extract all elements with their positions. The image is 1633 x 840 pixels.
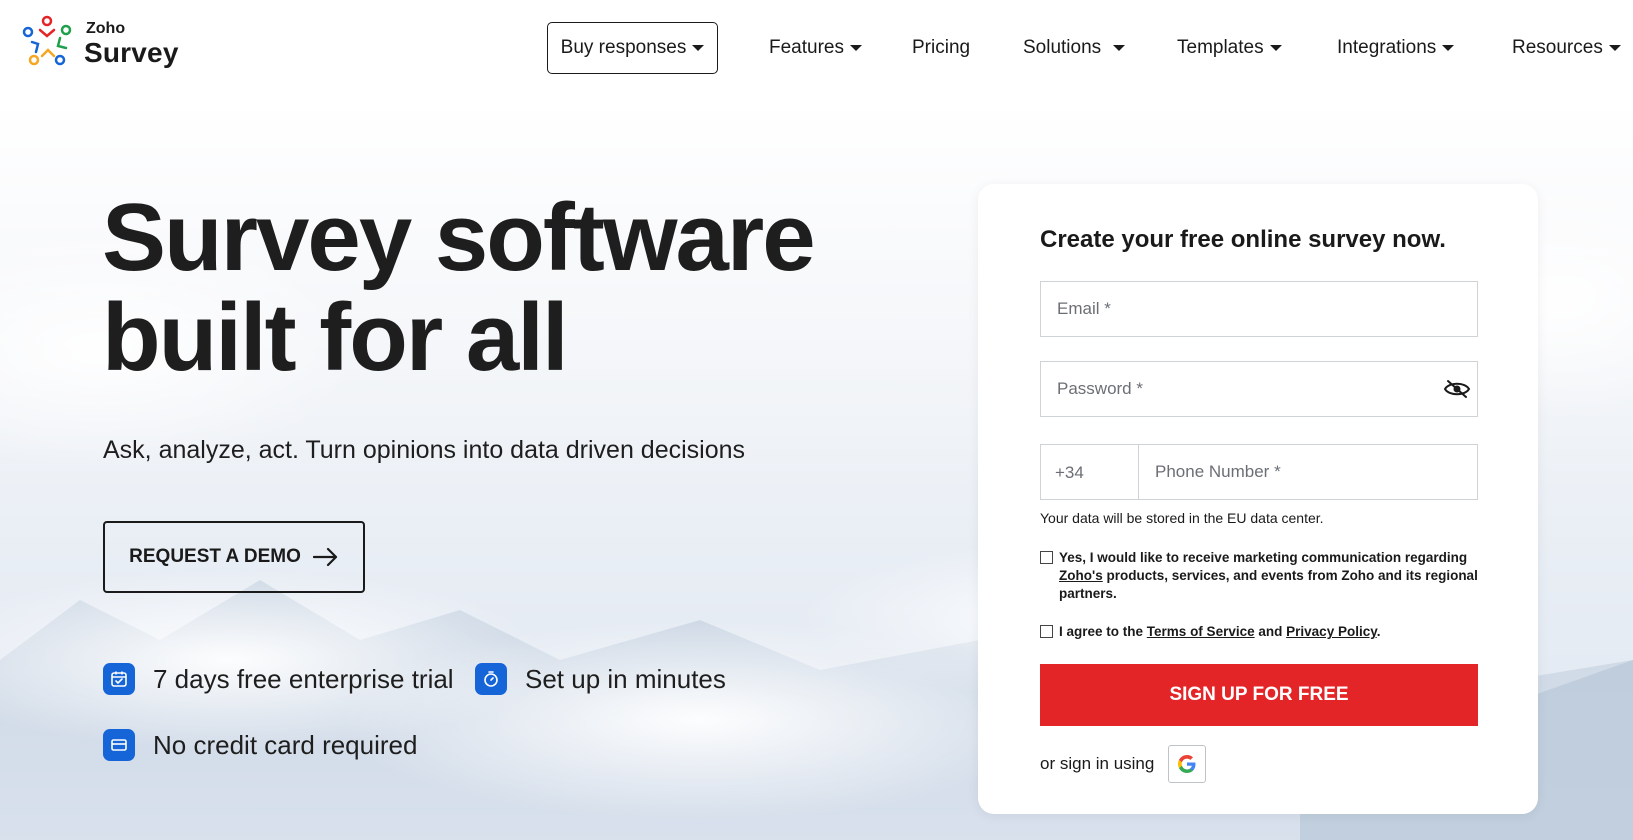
- marketing-consent-text-after: products, services, and events from Zoho…: [1059, 568, 1478, 601]
- marketing-consent-text: Yes, I would like to receive marketing c…: [1059, 549, 1480, 603]
- arrow-right-icon: [312, 547, 337, 567]
- logo-survey-text: Survey: [84, 37, 179, 68]
- hero-title-line2: built for all: [102, 284, 569, 391]
- google-signin-button[interactable]: [1168, 745, 1207, 783]
- feature-no-credit-card: No credit card required: [103, 729, 417, 761]
- terms-agree-end: .: [1376, 624, 1381, 639]
- calendar-check-icon: [103, 663, 135, 695]
- terms-agree-text: I agree to the Terms of Service and Priv…: [1059, 623, 1380, 641]
- terms-of-service-link[interactable]: Terms of Service: [1147, 624, 1255, 639]
- nav-solutions[interactable]: Solutions: [1023, 22, 1126, 74]
- hero-title: Survey software built for all: [102, 188, 862, 388]
- zoho-survey-logo[interactable]: Zoho Survey: [20, 14, 190, 74]
- eye-hidden-icon[interactable]: [1443, 378, 1471, 400]
- hero-subtitle: Ask, analyze, act. Turn opinions into da…: [103, 436, 746, 464]
- nav-integrations-label: Integrations: [1337, 37, 1437, 58]
- chevron-down-icon: [1113, 44, 1126, 51]
- nav-integrations[interactable]: Integrations: [1337, 22, 1455, 74]
- feature-setup-minutes: Set up in minutes: [475, 663, 726, 695]
- signup-card: Create your free online survey now. +34 …: [978, 184, 1538, 814]
- chevron-down-icon: [1442, 44, 1455, 51]
- nav-resources-label: Resources: [1512, 37, 1603, 58]
- chevron-down-icon: [849, 44, 862, 51]
- signup-title: Create your free online survey now.: [1040, 226, 1446, 253]
- phone-input[interactable]: [1139, 445, 1477, 499]
- request-demo-label: REQUEST A DEMO: [129, 546, 301, 567]
- nav-features[interactable]: Features: [769, 22, 862, 74]
- nav-features-label: Features: [769, 37, 844, 58]
- google-icon: [1178, 755, 1196, 773]
- or-sign-in-label: or sign in using: [1040, 754, 1155, 773]
- data-center-note: Your data will be stored in the EU data …: [1040, 510, 1324, 526]
- feature-free-trial-text: 7 days free enterprise trial: [153, 663, 454, 694]
- logo-zoho-text: Zoho: [86, 20, 126, 37]
- hero-title-line1: Survey software: [102, 184, 816, 291]
- country-code-select[interactable]: +34: [1041, 445, 1139, 499]
- email-input[interactable]: [1041, 282, 1477, 336]
- marketing-consent-row: Yes, I would like to receive marketing c…: [1040, 549, 1480, 603]
- nav-buy-responses-label: Buy responses: [560, 37, 687, 58]
- zoho-survey-logo-icon: [22, 15, 72, 66]
- stopwatch-icon: [475, 663, 507, 695]
- nav-resources[interactable]: Resources: [1512, 22, 1621, 74]
- social-signin-row: or sign in using: [1040, 745, 1207, 783]
- nav-solutions-label: Solutions: [1023, 37, 1102, 58]
- feature-setup-minutes-text: Set up in minutes: [525, 663, 726, 694]
- nav-pricing[interactable]: Pricing: [912, 22, 970, 74]
- chevron-down-icon: [1608, 44, 1621, 51]
- marketing-consent-text-before: Yes, I would like to receive marketing c…: [1059, 550, 1468, 565]
- terms-agree-checkbox[interactable]: [1040, 625, 1053, 638]
- feature-free-trial: 7 days free enterprise trial: [103, 663, 454, 695]
- phone-field-wrapper: +34: [1040, 444, 1478, 500]
- terms-agree-row: I agree to the Terms of Service and Priv…: [1040, 623, 1480, 641]
- nav-buy-responses[interactable]: Buy responses: [547, 22, 718, 74]
- nav-templates[interactable]: Templates: [1177, 22, 1282, 74]
- password-input[interactable]: [1041, 362, 1477, 416]
- nav-pricing-label: Pricing: [912, 37, 971, 58]
- terms-agree-before: I agree to the: [1059, 624, 1144, 639]
- request-demo-button[interactable]: REQUEST A DEMO: [103, 521, 365, 593]
- feature-no-credit-card-text: No credit card required: [153, 729, 418, 760]
- privacy-policy-link[interactable]: Privacy Policy: [1286, 624, 1377, 639]
- nav-templates-label: Templates: [1177, 37, 1264, 58]
- zoho-link[interactable]: Zoho's: [1059, 568, 1103, 583]
- chevron-down-icon: [692, 44, 705, 51]
- email-field-wrapper: [1040, 281, 1478, 337]
- chevron-down-icon: [1269, 44, 1282, 51]
- password-field-wrapper: [1040, 361, 1478, 417]
- signup-button[interactable]: SIGN UP FOR FREE: [1040, 664, 1478, 726]
- marketing-consent-checkbox[interactable]: [1040, 551, 1053, 564]
- credit-card-icon: [103, 729, 135, 761]
- top-header: Zoho Survey Buy responses Features Prici…: [0, 0, 1633, 100]
- terms-agree-and: and: [1258, 624, 1283, 639]
